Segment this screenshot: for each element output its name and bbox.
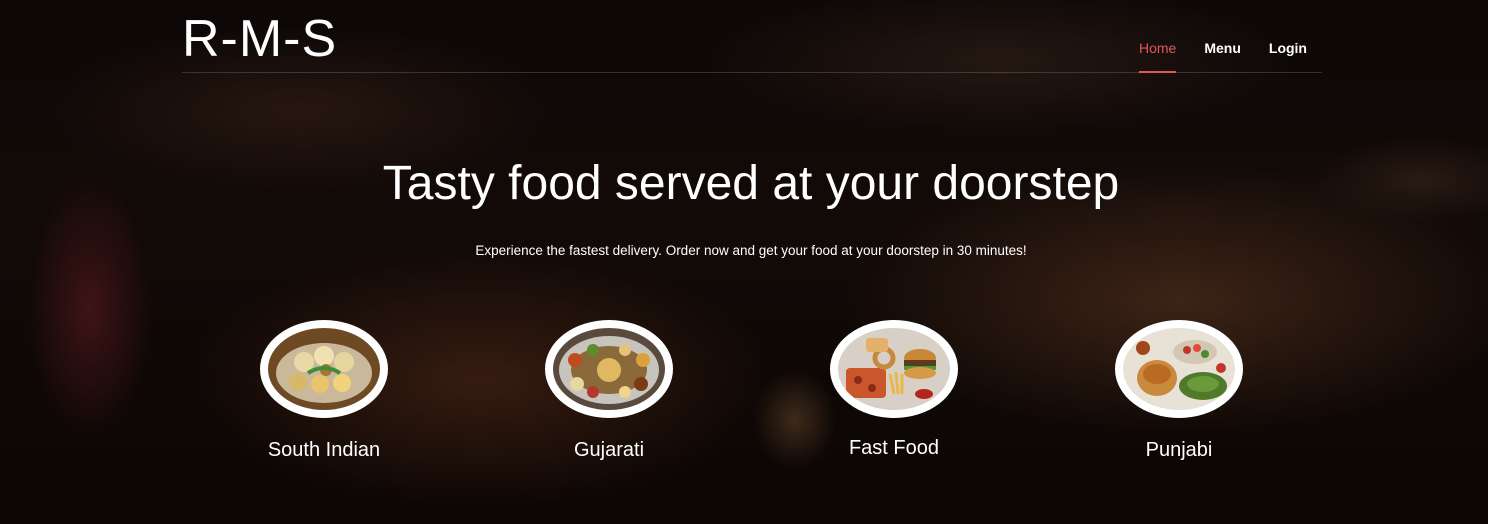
category-fast-food[interactable]: Fast Food xyxy=(794,320,994,460)
gujarati-thali-icon xyxy=(553,328,665,410)
category-label: Gujarati xyxy=(573,439,645,461)
category-gujarati[interactable]: Gujarati xyxy=(509,320,709,462)
category-image-frame xyxy=(1115,320,1243,418)
hero-title: Tasty food served at your doorstep xyxy=(382,157,1120,210)
category-label: Fast Food xyxy=(848,437,940,459)
hero-subtitle: Experience the fastest delivery. Order n… xyxy=(475,243,1027,258)
category-south-indian[interactable]: South Indian xyxy=(224,320,424,462)
navbar: R-M-S Home Menu Login xyxy=(182,0,1322,73)
punjabi-dish-icon xyxy=(1123,328,1235,410)
category-label: South Indian xyxy=(267,439,381,461)
nav-menu: Home Menu Login xyxy=(1111,0,1307,73)
category-image-frame xyxy=(545,320,673,418)
nav-item-home[interactable]: Home xyxy=(1138,0,1177,73)
nav-item-menu[interactable]: Menu xyxy=(1204,0,1241,73)
south-indian-dish-icon xyxy=(268,328,380,410)
brand-logo[interactable]: R-M-S xyxy=(182,10,337,68)
fast-food-platter-icon xyxy=(838,328,950,410)
category-punjabi[interactable]: Punjabi xyxy=(1079,320,1279,462)
category-label: Punjabi xyxy=(1145,439,1213,461)
nav-item-login[interactable]: Login xyxy=(1269,0,1307,73)
category-image-frame xyxy=(830,320,958,418)
landing-page: R-M-S Home Menu Login Tasty food served … xyxy=(0,0,1488,524)
category-image-frame xyxy=(260,320,388,418)
